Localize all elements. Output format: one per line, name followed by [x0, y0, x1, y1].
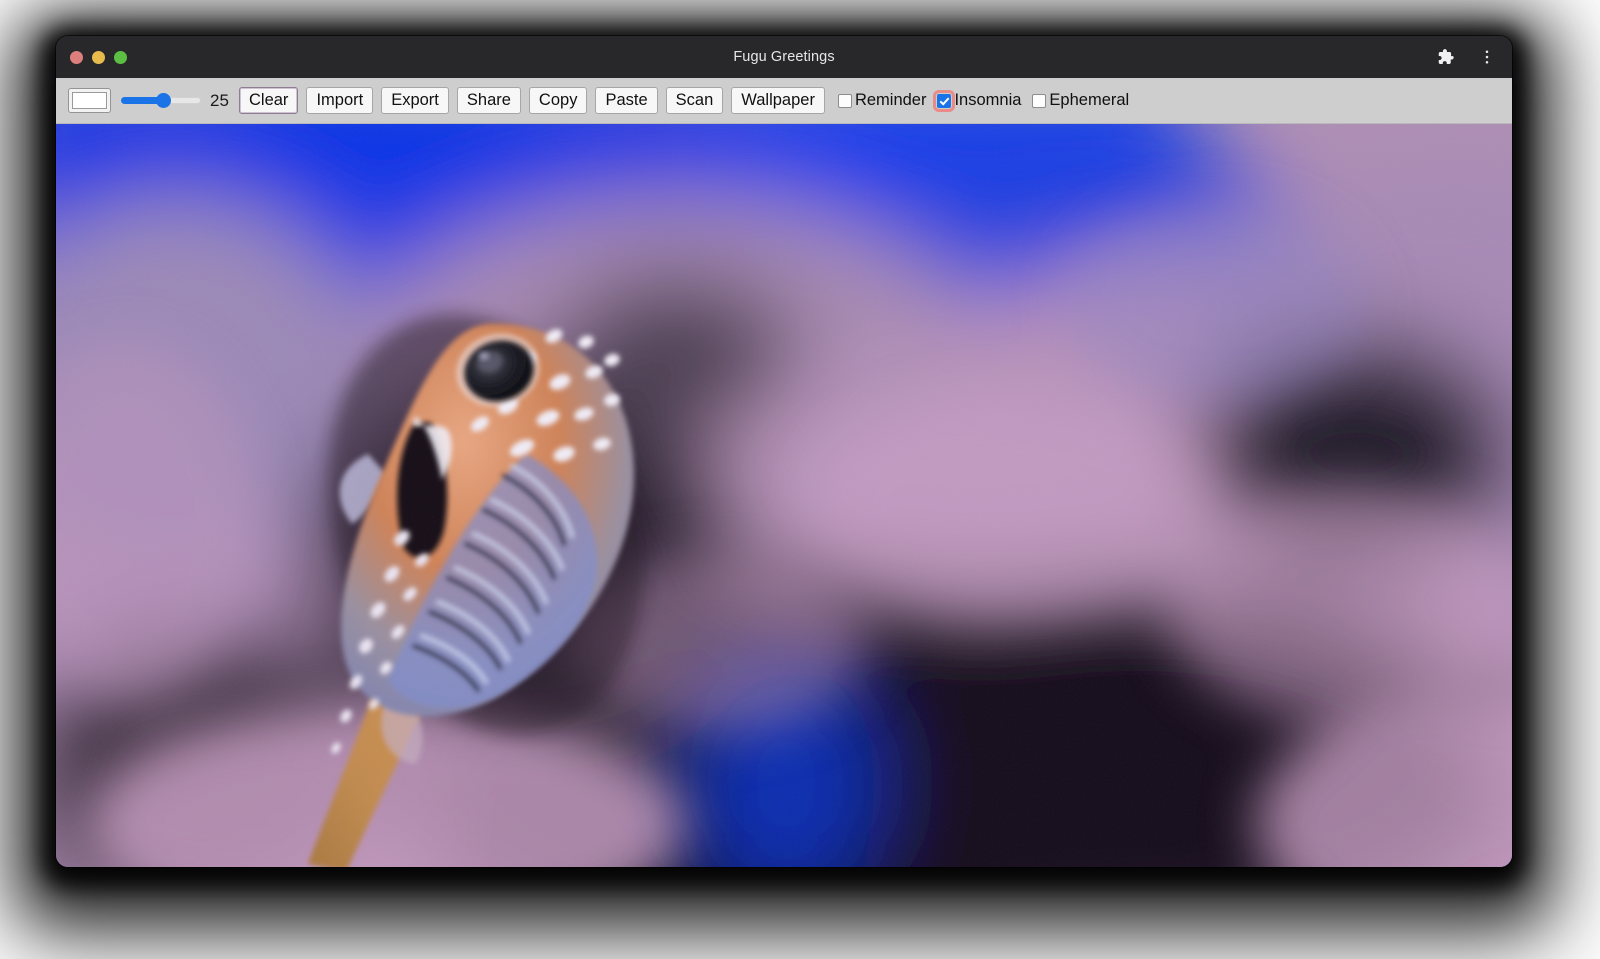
title-bar-actions: [1432, 36, 1500, 78]
extensions-puzzle-icon[interactable]: [1432, 44, 1458, 70]
title-bar: Fugu Greetings: [56, 36, 1512, 78]
reminder-checkbox-box[interactable]: [838, 94, 852, 108]
slider-value-label: 25: [210, 91, 232, 111]
wallpaper-button[interactable]: Wallpaper: [731, 87, 825, 115]
reminder-checkbox[interactable]: Reminder: [838, 91, 938, 110]
export-button[interactable]: Export: [381, 87, 449, 115]
window-title: Fugu Greetings: [56, 49, 1512, 65]
minimize-window-button[interactable]: [92, 51, 105, 64]
traffic-light-controls: [70, 36, 127, 78]
app-toolbar: 25 Clear Import Export Share Copy Paste …: [56, 78, 1512, 124]
slider-thumb[interactable]: [156, 93, 171, 108]
toolbar-checkbox-group: Reminder Insomnia Ephemeral: [838, 91, 1140, 110]
color-picker[interactable]: [68, 88, 111, 113]
pufferfish-photo: [56, 124, 1512, 867]
insomnia-checkbox-box[interactable]: [937, 94, 951, 108]
color-swatch-preview: [72, 92, 107, 109]
browser-window: Fugu Greetings: [56, 36, 1512, 867]
insomnia-checkbox[interactable]: Insomnia: [937, 91, 1032, 110]
insomnia-checkbox-label: Insomnia: [954, 91, 1021, 110]
import-button[interactable]: Import: [306, 87, 373, 115]
clear-button[interactable]: Clear: [239, 87, 298, 115]
ephemeral-checkbox-box[interactable]: [1032, 94, 1046, 108]
paste-button[interactable]: Paste: [595, 87, 657, 115]
drawing-canvas[interactable]: [56, 124, 1512, 867]
maximize-window-button[interactable]: [114, 51, 127, 64]
share-button[interactable]: Share: [457, 87, 521, 115]
screenshot-root: Fugu Greetings: [0, 0, 1600, 959]
line-width-slider[interactable]: [121, 91, 201, 111]
kebab-menu-icon[interactable]: [1474, 44, 1500, 70]
copy-button[interactable]: Copy: [529, 87, 588, 115]
reminder-checkbox-label: Reminder: [855, 91, 927, 110]
scan-button[interactable]: Scan: [666, 87, 724, 115]
grain-overlay: [56, 124, 1512, 867]
close-window-button[interactable]: [70, 51, 83, 64]
ephemeral-checkbox-label: Ephemeral: [1049, 91, 1129, 110]
ephemeral-checkbox[interactable]: Ephemeral: [1032, 91, 1140, 110]
